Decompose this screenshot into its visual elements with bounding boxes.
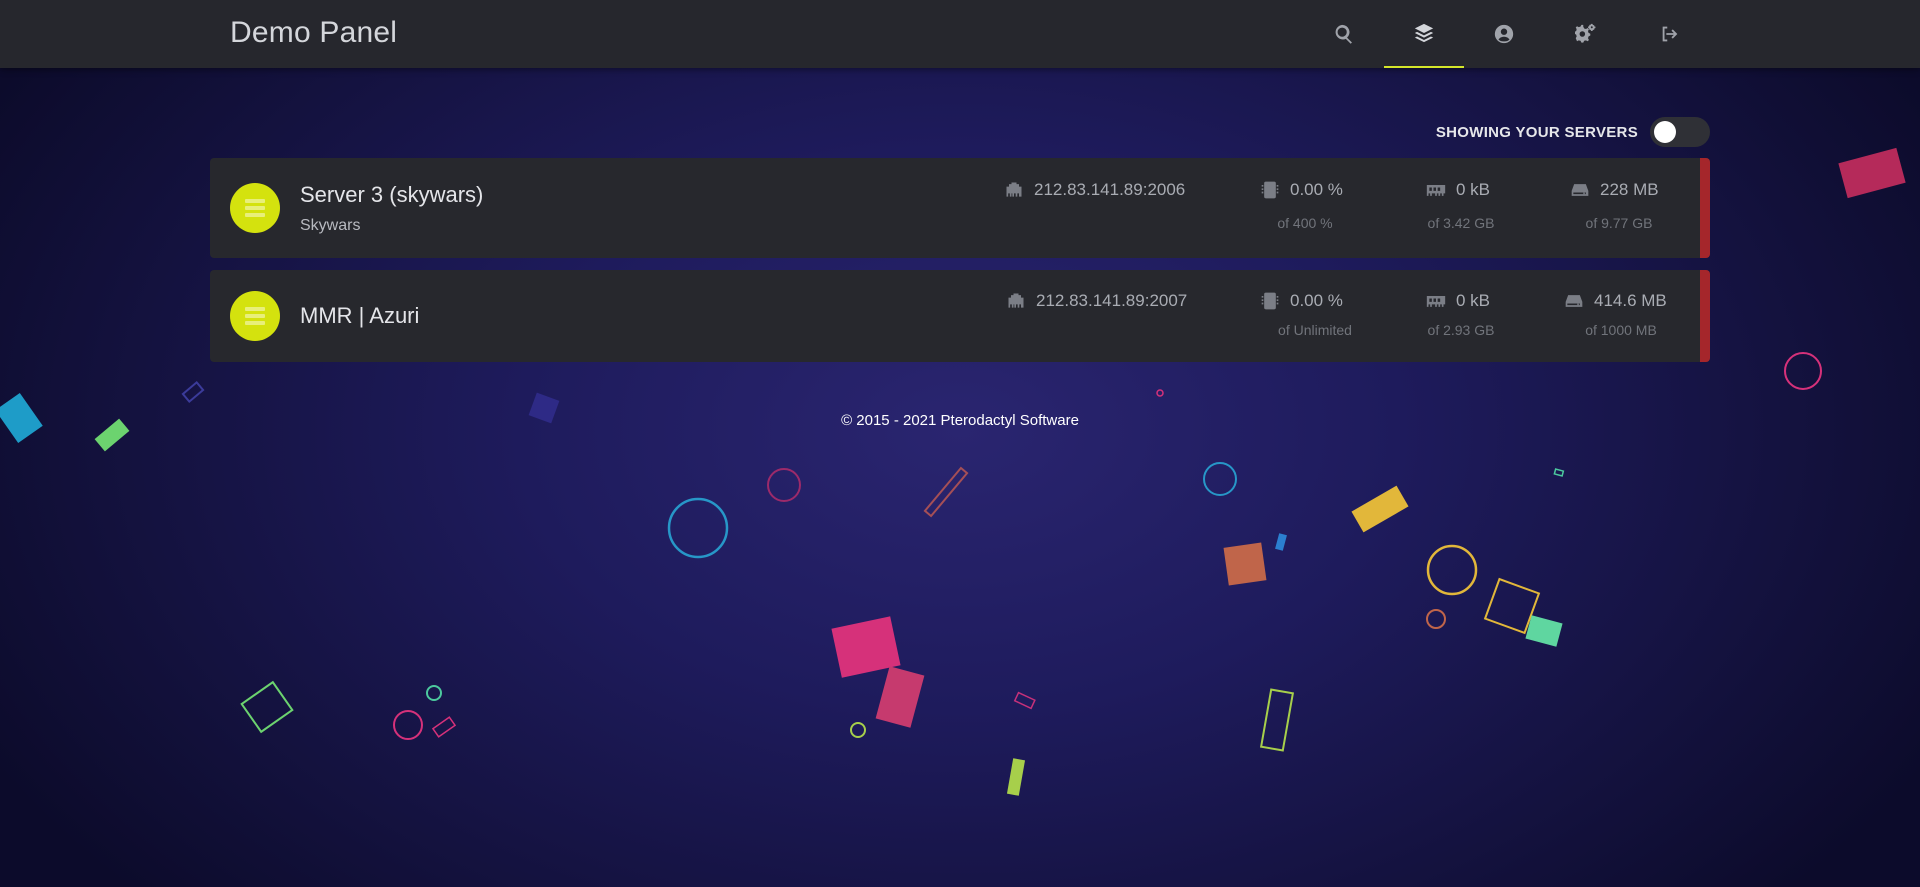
server-stack-icon (245, 199, 265, 217)
cpu-usage-value: 0.00 % (1290, 180, 1343, 199)
disk-usage-value: 228 MB (1600, 180, 1659, 199)
server-name: MMR | Azuri (300, 303, 420, 328)
server-status-bar (1700, 270, 1710, 362)
nav-admin-button[interactable] (1546, 0, 1626, 68)
show-all-servers-toggle[interactable] (1650, 117, 1710, 147)
user-circle-icon (1494, 24, 1514, 44)
server-card[interactable]: Server 3 (skywars) Skywars 212.83.141.89… (210, 158, 1710, 258)
memory-usage-value: 0 kB (1456, 180, 1491, 199)
brand-title[interactable]: Demo Panel (230, 16, 397, 50)
disk-limit: of 1000 MB (1585, 322, 1657, 338)
nav-servers-button[interactable] (1384, 0, 1464, 68)
memory-usage: 0 kB (1426, 180, 1490, 200)
server-description: Skywars (300, 217, 361, 234)
memory-icon (1426, 296, 1446, 307)
hdd-icon (1565, 295, 1583, 307)
sign-out-icon (1662, 26, 1678, 42)
disk-usage: 228 MB (1570, 180, 1659, 200)
memory-usage-value: 0 kB (1456, 291, 1491, 310)
server-address-text: 212.83.141.89:2006 (1034, 180, 1186, 199)
nav-logout-button[interactable] (1630, 0, 1710, 68)
server-name: Server 3 (skywars) (300, 182, 484, 207)
server-filter: Showing your servers (1436, 117, 1710, 147)
server-status-icon (230, 183, 280, 233)
memory-limit: of 3.42 GB (1427, 215, 1495, 231)
top-navbar: Demo Panel (0, 0, 1920, 68)
cpu-limit: of Unlimited (1278, 322, 1352, 338)
server-address: 212.83.141.89:2006 (1004, 180, 1185, 200)
cpu-usage: 0.00 % (1260, 291, 1343, 311)
server-address: 212.83.141.89:2007 (1006, 291, 1187, 311)
server-stack-icon (245, 307, 265, 325)
cpu-usage-value: 0.00 % (1290, 291, 1343, 310)
nav-account-button[interactable] (1464, 0, 1544, 68)
server-status-bar (1700, 158, 1710, 258)
memory-icon (1426, 185, 1446, 196)
nav-search-button[interactable] (1304, 0, 1384, 68)
layers-icon (1414, 23, 1434, 43)
microchip-icon (1261, 181, 1279, 199)
disk-usage: 414.6 MB (1564, 291, 1667, 311)
filter-label: Showing your servers (1435, 123, 1638, 141)
cogs-icon (1575, 23, 1596, 43)
memory-usage: 0 kB (1426, 291, 1490, 311)
disk-limit: of 9.77 GB (1585, 215, 1653, 231)
ethernet-icon (1006, 182, 1022, 197)
cpu-limit: of 400 % (1277, 215, 1333, 231)
footer-copyright[interactable]: © 2015 - 2021 Pterodactyl Software (0, 412, 1920, 429)
server-status-icon (230, 291, 280, 341)
microchip-icon (1261, 292, 1279, 310)
hdd-icon (1571, 184, 1589, 196)
disk-usage-value: 414.6 MB (1594, 291, 1667, 310)
cpu-usage: 0.00 % (1260, 180, 1343, 200)
ethernet-icon (1008, 293, 1024, 308)
search-icon (1335, 24, 1352, 44)
memory-limit: of 2.93 GB (1427, 322, 1495, 338)
server-card[interactable]: MMR | Azuri 212.83.141.89:2007 0.00 % of… (210, 270, 1710, 362)
toggle-knob (1654, 121, 1676, 143)
server-address-text: 212.83.141.89:2007 (1036, 291, 1188, 310)
